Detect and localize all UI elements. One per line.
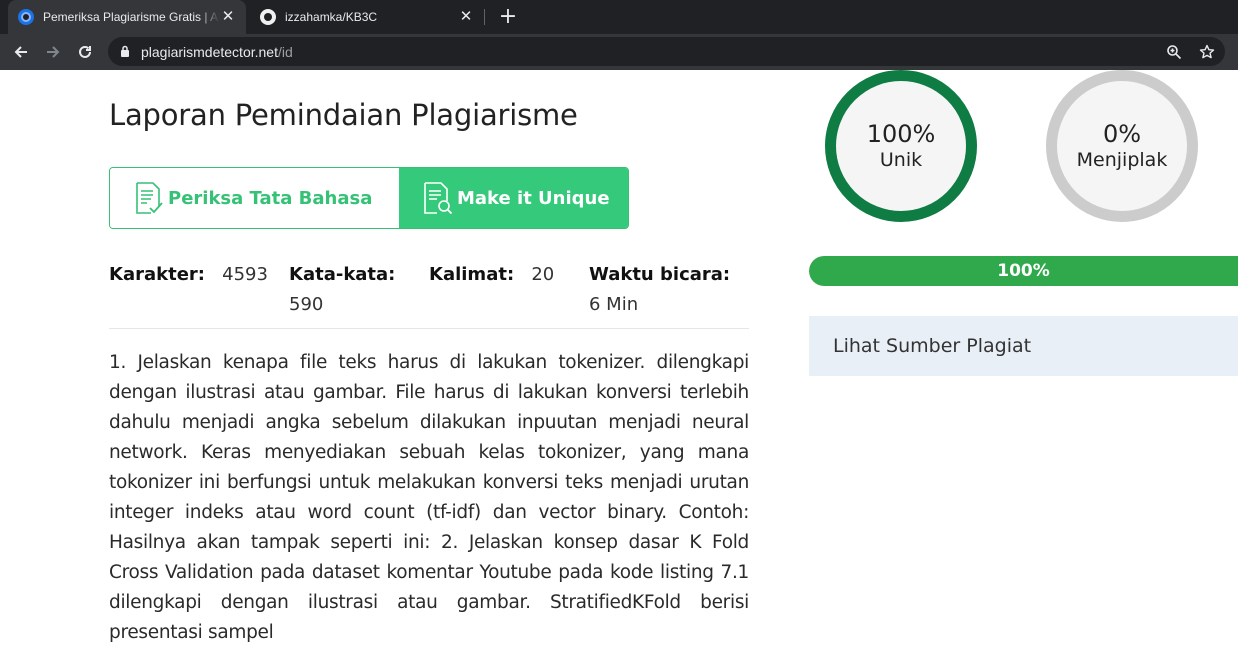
stat-value: 20	[531, 264, 555, 285]
new-tab-button[interactable]: +	[496, 5, 520, 29]
stat-speaking-time: Waktu bicara: 6 Min	[589, 260, 749, 320]
stat-value: 590	[289, 294, 324, 315]
forward-icon	[47, 46, 60, 58]
unique-percentage: 100%	[866, 120, 936, 148]
browser-toolbar: plagiarismdetector.net/id	[0, 34, 1238, 70]
forward-button[interactable]	[39, 38, 67, 66]
make-unique-label: Make it Unique	[457, 187, 610, 209]
lock-icon	[121, 45, 129, 57]
progress-fill: 100%	[809, 256, 1238, 286]
page-content: Laporan Pemindaian Plagiarisme Periksa T…	[0, 70, 1238, 650]
uniqueness-progress-bar: 100%	[809, 256, 1238, 286]
tab-github[interactable]: izzahamka/KB3C ✕	[250, 0, 484, 34]
page-title: Laporan Pemindaian Plagiarisme	[109, 98, 578, 132]
back-button[interactable]	[7, 38, 35, 66]
reload-icon	[79, 45, 91, 58]
stat-sentences: Kalimat: 20	[429, 260, 554, 290]
close-tab-icon[interactable]: ✕	[458, 9, 474, 25]
zoom-icon	[1167, 45, 1182, 60]
stat-value: 4593	[222, 264, 268, 285]
url-text: plagiarismdetector.net/id	[141, 44, 293, 60]
stat-words: Kata-kata: 590	[289, 260, 419, 320]
view-plagiarism-sources-button[interactable]: Lihat Sumber Plagiat	[809, 316, 1238, 376]
check-grammar-button[interactable]: Periksa Tata Bahasa	[110, 168, 399, 228]
unique-doc-icon	[424, 182, 453, 215]
reload-button[interactable]	[71, 38, 99, 66]
url-path: /id	[277, 44, 293, 60]
stat-characters: Karakter: 4593	[109, 260, 268, 290]
action-button-group: Periksa Tata Bahasa Make it Unique	[109, 167, 629, 229]
unique-label: Unik	[879, 149, 923, 171]
back-icon	[14, 46, 27, 58]
tab-separator	[484, 9, 485, 25]
unique-score-ring: 100% Unik	[825, 70, 977, 222]
plagiarism-detector-favicon-icon	[18, 9, 34, 25]
stat-label: Kata-kata:	[289, 264, 396, 285]
browser-tab-bar: Pemeriksa Plagiarisme Gratis | Akurat ✕ …	[0, 0, 1238, 34]
tab-title: Pemeriksa Plagiarisme Gratis | Akurat	[43, 10, 220, 24]
plagiarism-score-ring: 0% Menjiplak	[1046, 70, 1198, 222]
stat-label: Kalimat:	[429, 264, 515, 285]
plagiarism-label: Menjiplak	[1076, 149, 1168, 171]
divider	[109, 328, 749, 329]
bookmark-button[interactable]	[1198, 43, 1216, 61]
tab-title: izzahamka/KB3C	[285, 10, 378, 24]
close-tab-icon[interactable]: ✕	[220, 9, 236, 25]
grammar-doc-icon	[136, 182, 163, 214]
plagiarism-percentage: 0%	[1102, 120, 1142, 148]
tab-plagiarism-detector[interactable]: Pemeriksa Plagiarisme Gratis | Akurat ✕	[8, 0, 246, 34]
make-unique-button[interactable]: Make it Unique	[399, 168, 628, 228]
stat-value: 6 Min	[589, 294, 639, 315]
zoom-button[interactable]	[1165, 43, 1183, 61]
stat-label: Waktu bicara:	[589, 264, 731, 285]
report-text: 1. Jelaskan kenapa file teks harus di la…	[109, 352, 749, 643]
url-host: plagiarismdetector.net	[141, 44, 278, 60]
address-bar[interactable]: plagiarismdetector.net/id	[108, 37, 1225, 66]
github-icon	[260, 9, 276, 25]
stat-label: Karakter:	[109, 264, 205, 285]
check-grammar-label: Periksa Tata Bahasa	[168, 187, 373, 209]
star-icon	[1199, 44, 1215, 59]
